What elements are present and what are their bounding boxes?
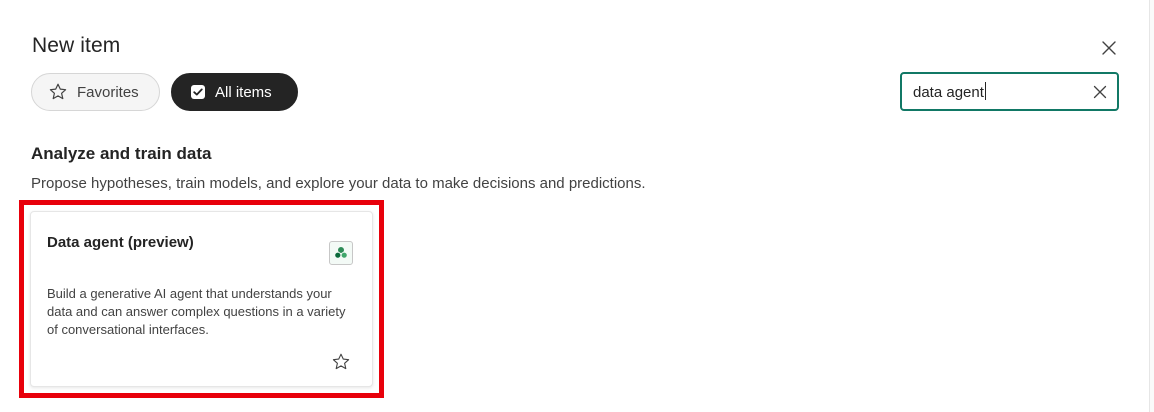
section-heading: Analyze and train data <box>31 144 212 163</box>
all-items-filter-label: All items <box>215 83 272 101</box>
favorites-filter-button[interactable]: Favorites <box>31 73 160 111</box>
search-input-value: data agent <box>913 84 984 101</box>
checkbox-checked-icon <box>190 84 206 100</box>
search-input[interactable]: data agent <box>902 82 1083 101</box>
section-description: Propose hypotheses, train models, and ex… <box>31 175 646 192</box>
close-icon <box>1102 41 1116 55</box>
star-outline-icon <box>48 82 68 102</box>
text-caret <box>984 82 986 100</box>
dialog-title: New item <box>32 34 121 57</box>
all-items-filter-button[interactable]: All items <box>171 73 298 111</box>
data-agent-icon <box>329 241 353 265</box>
search-field[interactable]: data agent <box>900 72 1119 111</box>
card-title: Data agent (preview) <box>47 234 194 251</box>
new-item-dialog: New item Favorites All items data agent <box>0 0 1154 412</box>
card-description: Build a generative AI agent that underst… <box>47 286 346 337</box>
favorite-star-button[interactable] <box>330 351 352 373</box>
scrollbar-track[interactable] <box>1149 0 1154 412</box>
close-button[interactable] <box>1097 36 1121 60</box>
star-outline-icon <box>332 353 350 370</box>
favorites-filter-label: Favorites <box>77 83 139 101</box>
data-agent-card[interactable]: Data agent (preview) Build a generative … <box>30 211 373 387</box>
dismiss-icon <box>1093 85 1107 98</box>
search-clear-button[interactable] <box>1083 74 1117 109</box>
